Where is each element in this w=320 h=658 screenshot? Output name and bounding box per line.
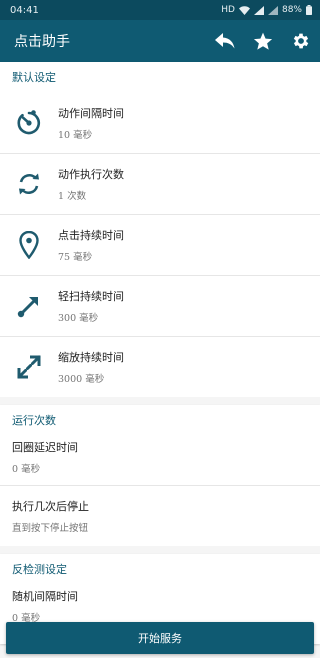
- location-pin-icon: [19, 230, 39, 259]
- app-title: 点击助手: [14, 34, 70, 50]
- section-gap: [0, 397, 320, 405]
- setting-stop-after[interactable]: 执行几次后停止 直到按下停止按钮: [0, 485, 320, 546]
- setting-value: 直到按下停止按钮: [12, 522, 89, 534]
- setting-title: 动作执行次数: [58, 167, 124, 181]
- battery-icon: [306, 5, 312, 15]
- setting-pinch-duration[interactable]: 缩放持续时间 3000 毫秒: [0, 336, 320, 397]
- setting-value: 0 毫秒: [12, 464, 41, 475]
- setting-title: 缩放持续时间: [58, 350, 124, 364]
- start-service-button[interactable]: 开始服务: [6, 622, 314, 654]
- app-bar: 点击助手: [0, 20, 320, 62]
- setting-action-count[interactable]: 动作执行次数 1 次数: [0, 153, 320, 214]
- setting-value: 1 次数: [58, 190, 87, 202]
- setting-title: 动作间隔时间: [58, 106, 124, 120]
- setting-title: 执行几次后停止: [12, 499, 89, 513]
- wifi-icon: [238, 5, 250, 15]
- section-defaults: 默认设定 动作间隔时间 10 毫秒 动作执行次数 1 次数 点击持续时间 75 …: [0, 62, 320, 397]
- pinch-arrows-icon: [17, 355, 41, 378]
- signal-icon: [253, 5, 264, 15]
- status-bar: 04:41 HD 88%: [0, 0, 320, 20]
- status-time: 04:41: [10, 4, 39, 16]
- repeat-icon: [19, 173, 39, 194]
- setting-title: 点击持续时间: [58, 228, 124, 242]
- star-icon: [253, 32, 273, 50]
- setting-value: 300 毫秒: [58, 312, 99, 324]
- setting-action-interval[interactable]: 动作间隔时间 10 毫秒: [0, 92, 320, 153]
- hd-label: HD: [221, 5, 235, 15]
- settings-button[interactable]: [282, 20, 320, 62]
- swipe-arrow-icon: [17, 296, 38, 317]
- setting-loop-delay[interactable]: 回圈延迟时间 0 毫秒: [0, 435, 320, 485]
- favorite-button[interactable]: [244, 20, 282, 62]
- setting-title: 轻扫持续时间: [58, 289, 124, 303]
- setting-value: 3000 毫秒: [58, 373, 105, 385]
- section-run-count: 运行次数 回圈延迟时间 0 毫秒 执行几次后停止 直到按下停止按钮: [0, 405, 320, 546]
- battery-percent: 88%: [281, 5, 302, 15]
- status-icons: HD 88%: [221, 5, 312, 15]
- section-header-anti-detect: 反检测设定: [12, 563, 67, 576]
- setting-tap-duration[interactable]: 点击持续时间 75 毫秒: [0, 214, 320, 275]
- section-header-run-count: 运行次数: [12, 414, 56, 427]
- signal-icon-2: [267, 5, 278, 15]
- gear-icon: [293, 33, 309, 49]
- section-gap: [0, 546, 320, 554]
- setting-title: 随机间隔时间: [12, 590, 78, 603]
- setting-value: 75 毫秒: [58, 251, 93, 263]
- setting-swipe-duration[interactable]: 轻扫持续时间 300 毫秒: [0, 275, 320, 336]
- setting-value: 10 毫秒: [58, 129, 93, 141]
- section-header-defaults: 默认设定: [12, 71, 56, 84]
- settings-list: 默认设定 动作间隔时间 10 毫秒 动作执行次数 1 次数 点击持续时间 75 …: [0, 62, 320, 644]
- back-arrow-icon: [215, 33, 235, 49]
- back-button[interactable]: [206, 20, 244, 62]
- setting-title: 回圈延迟时间: [12, 441, 78, 454]
- timer-icon: [17, 109, 41, 134]
